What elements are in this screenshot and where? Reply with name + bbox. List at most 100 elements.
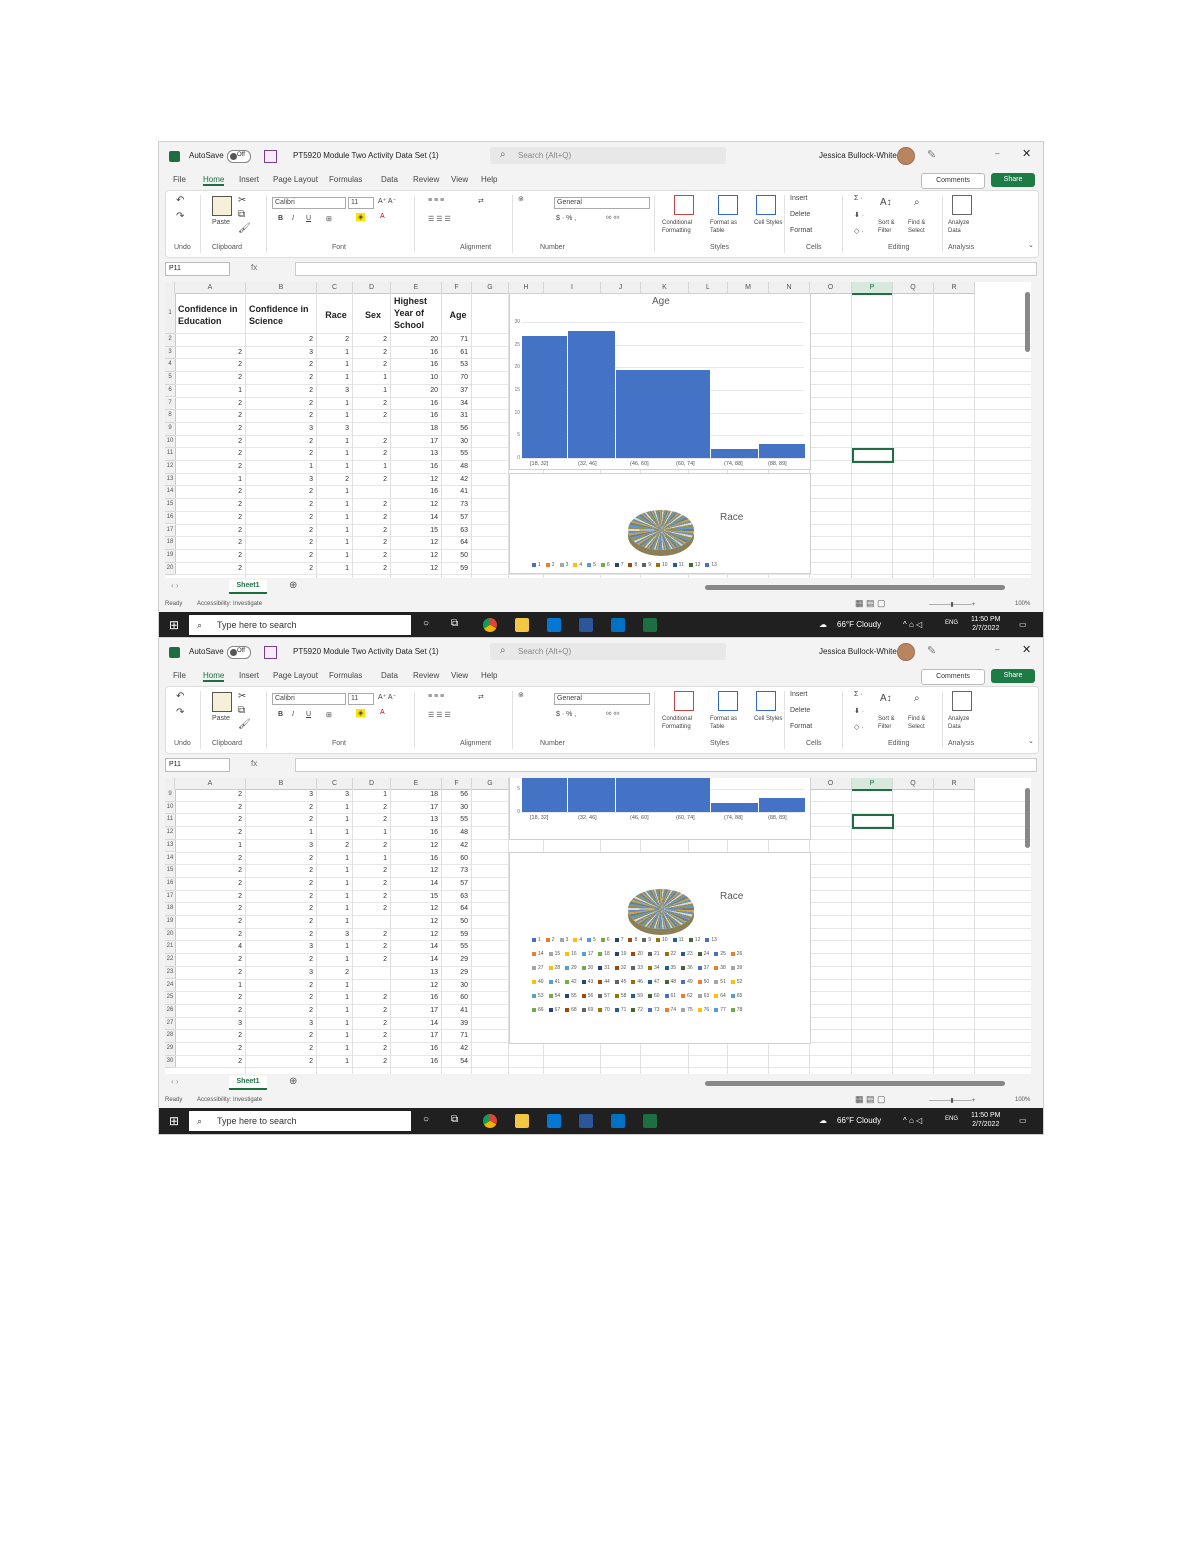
italic-icon[interactable]: I	[292, 711, 294, 718]
cell-d21[interactable]: 2	[355, 943, 387, 950]
column-header-g[interactable]: G	[472, 778, 509, 790]
cell-f30[interactable]: 54	[444, 1058, 468, 1065]
cell-e27[interactable]: 14	[393, 1020, 438, 1027]
age-bar[interactable]	[568, 331, 615, 458]
cell-f23[interactable]: 29	[444, 969, 468, 976]
cell-e13[interactable]: 12	[393, 842, 438, 849]
cell-d20[interactable]: 2	[355, 565, 387, 572]
fx-icon[interactable]: fx	[251, 759, 257, 768]
cell-f28[interactable]: 71	[444, 1032, 468, 1039]
header-c1[interactable]: Race	[320, 309, 352, 321]
cell-b6[interactable]: 2	[248, 387, 313, 394]
column-header-c[interactable]: C	[317, 778, 353, 790]
undo-icon[interactable]: ↶	[176, 691, 184, 702]
menu-home[interactable]: Home	[203, 671, 225, 682]
cell-e8[interactable]: 16	[393, 412, 438, 419]
sort-filter-icon[interactable]: A↕	[880, 693, 892, 704]
cell-b24[interactable]: 2	[248, 982, 313, 989]
insert-cells-button[interactable]: Insert	[790, 195, 808, 202]
cell-c18[interactable]: 1	[319, 905, 349, 912]
cell-b13[interactable]: 3	[248, 842, 313, 849]
cell-f13[interactable]: 42	[444, 842, 468, 849]
vertical-scrollbar[interactable]	[1025, 292, 1030, 352]
bold-icon[interactable]: B	[278, 215, 283, 222]
cell-b20[interactable]: 2	[248, 565, 313, 572]
cell-b30[interactable]: 2	[248, 1058, 313, 1065]
cell-d28[interactable]: 2	[355, 1032, 387, 1039]
cell-f14[interactable]: 60	[444, 855, 468, 862]
column-header-o[interactable]: O	[810, 778, 852, 790]
tab-scroll-icon[interactable]: ‹ ›	[171, 581, 179, 590]
cell-d6[interactable]: 1	[355, 387, 387, 394]
cell-e20[interactable]: 12	[393, 931, 438, 938]
cell-f18[interactable]: 64	[444, 539, 468, 546]
cell-e15[interactable]: 12	[393, 867, 438, 874]
menu-insert[interactable]: Insert	[239, 175, 259, 184]
cell-e21[interactable]: 14	[393, 943, 438, 950]
format-cells-button[interactable]: Format	[790, 723, 812, 730]
currency-icon[interactable]: $ · % ,	[556, 711, 576, 718]
cell-a10[interactable]: 2	[177, 438, 242, 445]
cell-f16[interactable]: 57	[444, 880, 468, 887]
copy-icon[interactable]: ⧉	[238, 209, 245, 220]
cell-f24[interactable]: 30	[444, 982, 468, 989]
column-header-b[interactable]: B	[246, 778, 317, 790]
cell-b23[interactable]: 3	[248, 969, 313, 976]
column-header-r[interactable]: R	[934, 778, 975, 790]
cell-a15[interactable]: 2	[177, 867, 242, 874]
excel-taskbar-icon[interactable]	[643, 618, 657, 632]
currency-icon[interactable]: $ · % ,	[556, 215, 576, 222]
cut-icon[interactable]: ✂	[238, 195, 246, 206]
cell-b19[interactable]: 2	[248, 918, 313, 925]
cell-d4[interactable]: 2	[355, 361, 387, 368]
cell-d11[interactable]: 2	[355, 816, 387, 823]
cell-e24[interactable]: 12	[393, 982, 438, 989]
add-sheet-icon[interactable]: ⊕	[289, 1076, 297, 1087]
cell-a11[interactable]: 2	[177, 816, 242, 823]
cell-f27[interactable]: 39	[444, 1020, 468, 1027]
align-left-icon[interactable]: ☰ ☰ ☰	[428, 215, 451, 223]
align-top-icon[interactable]: ≡ ≡ ≡	[428, 197, 444, 204]
cell-a20[interactable]: 2	[177, 931, 242, 938]
cell-a16[interactable]: 2	[177, 514, 242, 521]
format-table-icon[interactable]	[718, 195, 738, 215]
cell-d20[interactable]: 2	[355, 931, 387, 938]
cell-e17[interactable]: 15	[393, 893, 438, 900]
cell-a23[interactable]: 2	[177, 969, 242, 976]
format-cells-button[interactable]: Format	[790, 227, 812, 234]
cell-c13[interactable]: 2	[319, 842, 349, 849]
cell-c10[interactable]: 1	[319, 804, 349, 811]
wrap-text-icon[interactable]: ⇄	[478, 693, 484, 701]
cell-c17[interactable]: 1	[319, 527, 349, 534]
column-header-p[interactable]: P	[852, 778, 893, 791]
analyze-data-icon[interactable]	[952, 691, 972, 711]
vertical-scrollbar[interactable]	[1025, 788, 1030, 848]
cell-b9[interactable]: 3	[248, 791, 313, 798]
chrome-icon[interactable]	[483, 1114, 497, 1128]
cell-f9[interactable]: 56	[444, 425, 468, 432]
cell-c15[interactable]: 1	[319, 867, 349, 874]
clear-icon[interactable]: ◇ ·	[854, 227, 864, 235]
age-bar[interactable]	[522, 335, 567, 458]
search-input[interactable]: ⌕ Search (Alt+Q)	[490, 643, 726, 660]
cell-e10[interactable]: 17	[393, 438, 438, 445]
wrap-text-icon[interactable]: ⇄	[478, 197, 484, 205]
tray-icons[interactable]: ^ ⌂ ◁	[903, 1116, 922, 1125]
cell-c14[interactable]: 1	[319, 488, 349, 495]
cell-e12[interactable]: 16	[393, 829, 438, 836]
cell-c22[interactable]: 1	[319, 956, 349, 963]
cell-a14[interactable]: 2	[177, 488, 242, 495]
age-bar[interactable]	[759, 798, 805, 812]
cell-d17[interactable]: 2	[355, 527, 387, 534]
column-header-o[interactable]: O	[810, 282, 852, 294]
age-bar[interactable]	[616, 778, 710, 812]
number-format-dropdown[interactable]: General	[554, 693, 650, 705]
column-header-a[interactable]: A	[175, 778, 246, 790]
cell-e11[interactable]: 13	[393, 816, 438, 823]
cell-b29[interactable]: 2	[248, 1045, 313, 1052]
weather-text[interactable]: 66°F Cloudy	[837, 1116, 881, 1125]
cell-e18[interactable]: 12	[393, 539, 438, 546]
cell-a4[interactable]: 2	[177, 361, 242, 368]
cell-e19[interactable]: 12	[393, 552, 438, 559]
cell-b12[interactable]: 1	[248, 829, 313, 836]
